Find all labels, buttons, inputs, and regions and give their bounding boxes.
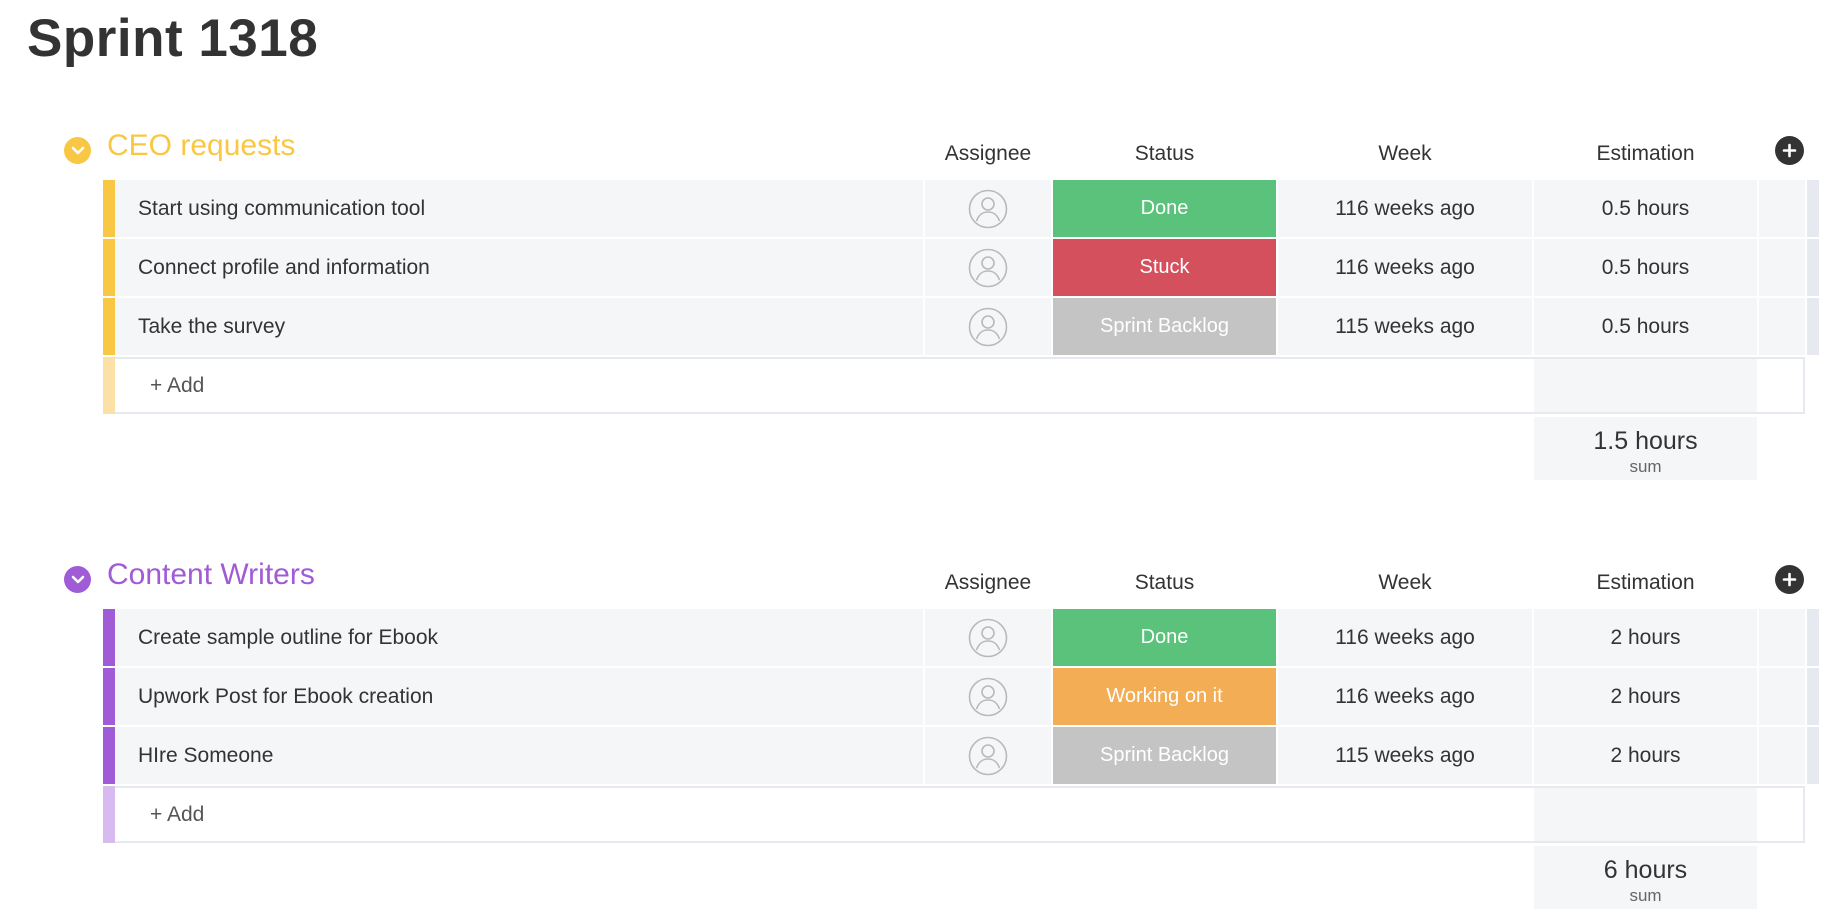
add-item-row[interactable]: + Add <box>0 786 1834 844</box>
assignee-cell[interactable] <box>925 668 1051 725</box>
group-header: CEO requests Assignee Status Week Estima… <box>0 120 1834 180</box>
add-column-icon[interactable] <box>1775 565 1804 594</box>
row-end-cap <box>1807 298 1819 355</box>
avatar-placeholder-icon <box>968 307 1008 346</box>
estimation-blank-cell <box>1534 359 1757 412</box>
avatar-placeholder-icon <box>968 736 1008 775</box>
estimation-cell[interactable]: 2 hours <box>1534 668 1757 725</box>
avatar-placeholder-icon <box>968 248 1008 287</box>
group-color-strip <box>103 727 115 784</box>
column-header-assignee[interactable]: Assignee <box>925 571 1051 595</box>
column-header-assignee[interactable]: Assignee <box>925 142 1051 166</box>
group-color-strip <box>103 786 115 843</box>
extra-cell <box>1759 727 1805 784</box>
group-color-strip <box>103 668 115 725</box>
add-item-label[interactable]: + Add <box>150 803 204 827</box>
item-name[interactable]: Take the survey <box>115 298 923 355</box>
table-row[interactable]: Start using communication tool Done 116 … <box>0 180 1834 238</box>
estimation-cell[interactable]: 0.5 hours <box>1534 298 1757 355</box>
item-name[interactable]: Connect profile and information <box>115 239 923 296</box>
column-header-status[interactable]: Status <box>1053 142 1276 166</box>
week-cell[interactable]: 116 weeks ago <box>1278 180 1532 237</box>
group-header: Content Writers Assignee Status Week Est… <box>0 549 1834 609</box>
extra-cell <box>1759 609 1805 666</box>
group-title[interactable]: CEO requests <box>107 129 295 163</box>
table-row[interactable]: Upwork Post for Ebook creation Working o… <box>0 668 1834 726</box>
week-cell[interactable]: 116 weeks ago <box>1278 609 1532 666</box>
sum-value: 6 hours <box>1603 856 1688 884</box>
page-title: Sprint 1318 <box>27 9 319 68</box>
estimation-sum: 1.5 hours sum <box>1534 417 1757 480</box>
week-cell[interactable]: 115 weeks ago <box>1278 727 1532 784</box>
row-end-cap <box>1807 239 1819 296</box>
collapse-chevron-icon[interactable] <box>64 566 91 593</box>
table-row[interactable]: HIre Someone Sprint Backlog 115 weeks ag… <box>0 727 1834 785</box>
extra-cell <box>1759 298 1805 355</box>
group-color-strip <box>103 180 115 237</box>
group-rows: Start using communication tool Done 116 … <box>0 180 1834 480</box>
assignee-cell[interactable] <box>925 727 1051 784</box>
sum-label: sum <box>1629 886 1662 905</box>
column-header-estimation[interactable]: Estimation <box>1534 142 1757 166</box>
estimation-cell[interactable]: 2 hours <box>1534 609 1757 666</box>
table-row[interactable]: Connect profile and information Stuck 11… <box>0 239 1834 297</box>
avatar-placeholder-icon <box>968 618 1008 657</box>
collapse-chevron-icon[interactable] <box>64 137 91 164</box>
group-color-strip <box>103 609 115 666</box>
table-row[interactable]: Create sample outline for Ebook Done 116… <box>0 609 1834 667</box>
status-label[interactable]: Stuck <box>1053 239 1276 296</box>
estimation-blank-cell <box>1534 788 1757 841</box>
item-name[interactable]: HIre Someone <box>115 727 923 784</box>
group-color-strip <box>103 298 115 355</box>
week-cell[interactable]: 115 weeks ago <box>1278 298 1532 355</box>
status-label[interactable]: Sprint Backlog <box>1053 727 1276 784</box>
extra-cell <box>1759 668 1805 725</box>
estimation-cell[interactable]: 0.5 hours <box>1534 239 1757 296</box>
group-ceo-requests: CEO requests Assignee Status Week Estima… <box>0 120 1834 480</box>
group-title[interactable]: Content Writers <box>107 558 315 592</box>
add-column-icon[interactable] <box>1775 136 1804 165</box>
sum-label: sum <box>1629 457 1662 476</box>
add-item-label[interactable]: + Add <box>150 374 204 398</box>
estimation-cell[interactable]: 2 hours <box>1534 727 1757 784</box>
status-label[interactable]: Done <box>1053 180 1276 237</box>
assignee-cell[interactable] <box>925 239 1051 296</box>
week-cell[interactable]: 116 weeks ago <box>1278 239 1532 296</box>
table-row[interactable]: Take the survey Sprint Backlog 115 weeks… <box>0 298 1834 356</box>
assignee-cell[interactable] <box>925 609 1051 666</box>
column-header-week[interactable]: Week <box>1278 142 1532 166</box>
extra-cell <box>1759 180 1805 237</box>
group-rows: Create sample outline for Ebook Done 116… <box>0 609 1834 909</box>
assignee-cell[interactable] <box>925 298 1051 355</box>
estimation-cell[interactable]: 0.5 hours <box>1534 180 1757 237</box>
status-label[interactable]: Sprint Backlog <box>1053 298 1276 355</box>
group-color-strip <box>103 357 115 414</box>
avatar-placeholder-icon <box>968 677 1008 716</box>
column-header-estimation[interactable]: Estimation <box>1534 571 1757 595</box>
row-end-cap <box>1807 668 1819 725</box>
group-content-writers: Content Writers Assignee Status Week Est… <box>0 549 1834 909</box>
avatar-placeholder-icon <box>968 189 1008 228</box>
estimation-sum: 6 hours sum <box>1534 846 1757 909</box>
column-header-week[interactable]: Week <box>1278 571 1532 595</box>
extra-cell <box>1759 239 1805 296</box>
group-color-strip <box>103 239 115 296</box>
item-name[interactable]: Create sample outline for Ebook <box>115 609 923 666</box>
add-item-row[interactable]: + Add <box>0 357 1834 415</box>
row-end-cap <box>1807 180 1819 237</box>
status-label[interactable]: Done <box>1053 609 1276 666</box>
item-name[interactable]: Start using communication tool <box>115 180 923 237</box>
status-label[interactable]: Working on it <box>1053 668 1276 725</box>
item-name[interactable]: Upwork Post for Ebook creation <box>115 668 923 725</box>
assignee-cell[interactable] <box>925 180 1051 237</box>
week-cell[interactable]: 116 weeks ago <box>1278 668 1532 725</box>
row-end-cap <box>1807 609 1819 666</box>
column-header-status[interactable]: Status <box>1053 571 1276 595</box>
row-end-cap <box>1807 727 1819 784</box>
sum-value: 1.5 hours <box>1593 427 1698 455</box>
